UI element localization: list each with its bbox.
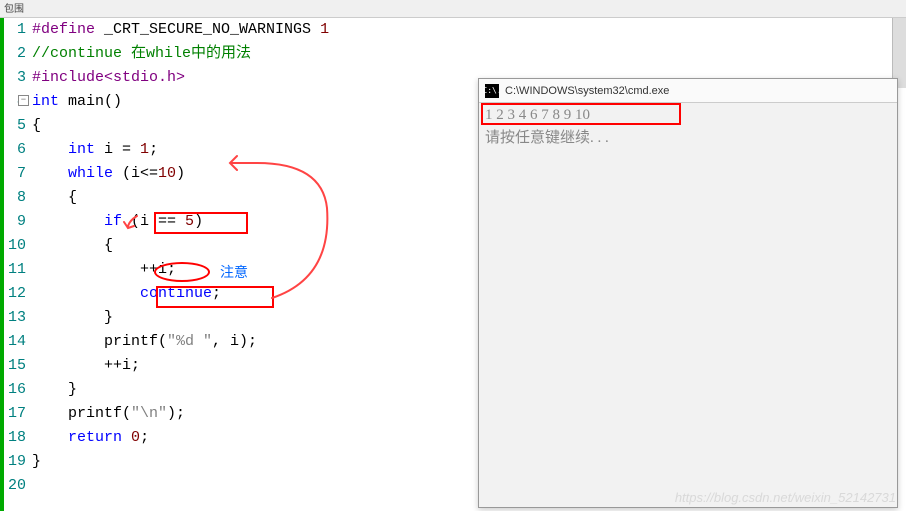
console-output: 1 2 3 4 6 7 8 9 10 xyxy=(485,107,891,124)
line-number: 6 xyxy=(4,138,26,162)
watermark: https://blog.csdn.net/weixin_52142731 xyxy=(675,490,896,505)
line-number: 2 xyxy=(4,42,26,66)
line-number: 3 xyxy=(4,66,26,90)
line-number: 1 xyxy=(4,18,26,42)
line-number: 19 xyxy=(4,450,26,474)
line-number: 5 xyxy=(4,114,26,138)
line-number: 20 xyxy=(4,474,26,498)
line-number: 17 xyxy=(4,402,26,426)
cmd-icon: C:\. xyxy=(485,84,499,98)
editor-tab-header: 包围 xyxy=(0,0,906,18)
line-number: 18 xyxy=(4,426,26,450)
line-number: 16 xyxy=(4,378,26,402)
console-titlebar[interactable]: C:\. C:\WINDOWS\system32\cmd.exe xyxy=(479,79,897,103)
console-window[interactable]: C:\. C:\WINDOWS\system32\cmd.exe 1 2 3 4… xyxy=(478,78,898,508)
console-prompt: 请按任意键继续. . . xyxy=(485,126,891,147)
fold-collapse-icon[interactable]: − xyxy=(18,95,29,106)
line-number-gutter: 1 2 3 4 5 6 7 8 9 10 11 12 13 14 15 16 1… xyxy=(4,18,32,511)
line-number: 7 xyxy=(4,162,26,186)
line-number: 14 xyxy=(4,330,26,354)
code-line-1[interactable]: #define _CRT_SECURE_NO_WARNINGS 1 xyxy=(32,18,906,42)
line-number: 15 xyxy=(4,354,26,378)
line-number: 13 xyxy=(4,306,26,330)
console-body: 1 2 3 4 6 7 8 9 10 请按任意键继续. . . xyxy=(479,103,897,153)
line-number: 9 xyxy=(4,210,26,234)
line-number: 11 xyxy=(4,258,26,282)
tab-label[interactable]: 包围 xyxy=(4,5,24,16)
line-number: 12 xyxy=(4,282,26,306)
line-number: 10 xyxy=(4,234,26,258)
console-title: C:\WINDOWS\system32\cmd.exe xyxy=(505,85,669,97)
code-line-2[interactable]: //continue 在while中的用法 xyxy=(32,42,906,66)
line-number: 8 xyxy=(4,186,26,210)
